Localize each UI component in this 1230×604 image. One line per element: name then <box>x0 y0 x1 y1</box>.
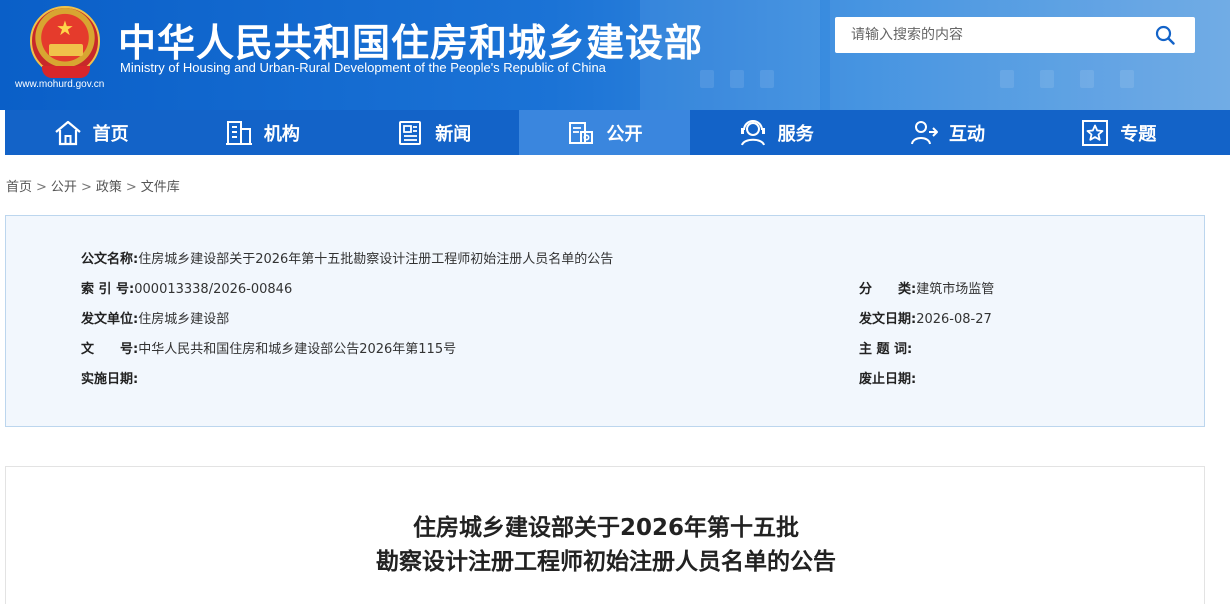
main-nav: 首页 机构 新闻 公开 服务 互动 专题 <box>5 110 1204 155</box>
nav-item-news[interactable]: 新闻 <box>348 110 519 155</box>
nav-item-label: 新闻 <box>435 123 472 145</box>
national-emblem-icon: ★ <box>30 6 100 78</box>
info-label: 公文名称: <box>81 252 139 267</box>
site-english-title: Ministry of Housing and Urban-Rural Deve… <box>120 60 606 75</box>
info-value: 住房城乡建设部 <box>138 312 230 327</box>
info-doc-number: 文 号:中华人民共和国住房和城乡建设部公告2026年第115号 <box>81 338 456 357</box>
building-icon <box>225 120 252 145</box>
nav-item-interaction[interactable]: 互动 <box>861 110 1032 155</box>
header-window-decoration <box>1000 70 1014 88</box>
info-value: 000013338/2026-00846 <box>134 282 293 297</box>
nav-item-label: 服务 <box>777 123 814 145</box>
nav-item-label: 首页 <box>92 123 129 145</box>
header-window-decoration <box>760 70 774 88</box>
nav-item-label: 互动 <box>949 123 986 145</box>
nav-item-organization[interactable]: 机构 <box>176 110 347 155</box>
header-window-decoration <box>700 70 714 88</box>
info-value: 住房城乡建设部关于2026年第十五批勘察设计注册工程师初始注册人员名单的公告 <box>138 252 614 267</box>
nav-edge <box>1204 110 1230 155</box>
breadcrumb-policy[interactable]: 政策 <box>96 180 122 195</box>
nav-item-disclosure[interactable]: 公开 <box>518 110 691 155</box>
breadcrumb: 首页 > 公开 > 政策 > 文件库 <box>6 176 180 195</box>
info-issuer: 发文单位:住房城乡建设部 <box>81 308 229 327</box>
nav-item-topics[interactable]: 专题 <box>1033 110 1204 155</box>
search-input[interactable] <box>835 18 1135 52</box>
search-box <box>835 17 1195 53</box>
nav-item-home[interactable]: 首页 <box>5 110 176 155</box>
star-icon <box>1082 119 1109 146</box>
info-label: 实施日期: <box>81 372 139 387</box>
article-container: 住房城乡建设部关于2026年第十五批 勘察设计注册工程师初始注册人员名单的公告 <box>5 466 1205 604</box>
nav-item-service[interactable]: 服务 <box>690 110 861 155</box>
interact-icon <box>911 120 939 144</box>
site-url: www.mohurd.gov.cn <box>15 79 105 90</box>
article-title: 住房城乡建设部关于2026年第十五批 勘察设计注册工程师初始注册人员名单的公告 <box>6 511 1206 579</box>
info-subject: 主 题 词: <box>859 338 912 357</box>
article-title-line: 勘察设计注册工程师初始注册人员名单的公告 <box>376 549 836 575</box>
info-issue-date: 发文日期:2026-08-27 <box>859 308 992 327</box>
info-label: 分 类: <box>859 282 917 297</box>
breadcrumb-separator: > <box>80 180 92 195</box>
header-window-decoration <box>1120 70 1134 88</box>
news-icon <box>399 120 422 145</box>
site-header: ★ www.mohurd.gov.cn 中华人民共和国住房和城乡建设部 Mini… <box>0 0 1230 110</box>
info-doc-name: 公文名称:住房城乡建设部关于2026年第十五批勘察设计注册工程师初始注册人员名单… <box>81 248 613 267</box>
home-icon <box>54 120 81 145</box>
info-expiry-date: 废止日期: <box>859 368 916 387</box>
info-label: 废止日期: <box>859 372 917 387</box>
document-info-panel: 公文名称:住房城乡建设部关于2026年第十五批勘察设计注册工程师初始注册人员名单… <box>5 215 1205 427</box>
service-icon <box>740 119 765 146</box>
search-icon[interactable] <box>1155 25 1175 45</box>
info-label: 发文日期: <box>859 312 917 327</box>
info-category: 分 类:建筑市场监管 <box>859 278 994 297</box>
nav-item-label: 机构 <box>263 123 300 145</box>
nav-item-label: 专题 <box>1120 123 1157 145</box>
header-window-decoration <box>1080 70 1094 88</box>
breadcrumb-disclosure[interactable]: 公开 <box>51 180 77 195</box>
nav-item-label: 公开 <box>606 123 643 145</box>
breadcrumb-separator: > <box>36 180 47 195</box>
info-label: 主 题 词: <box>859 342 913 357</box>
disclosure-icon <box>569 121 594 144</box>
info-label: 文 号: <box>81 342 139 357</box>
info-value: 建筑市场监管 <box>916 282 995 297</box>
breadcrumb-separator: > <box>125 180 137 195</box>
info-label: 发文单位: <box>81 312 139 327</box>
header-window-decoration <box>730 70 744 88</box>
article-title-line: 住房城乡建设部关于2026年第十五批 <box>412 515 799 541</box>
info-index: 索 引 号:000013338/2026-00846 <box>81 278 292 297</box>
info-label: 索 引 号: <box>81 282 135 297</box>
breadcrumb-home[interactable]: 首页 <box>6 180 32 195</box>
info-effective-date: 实施日期: <box>81 368 138 387</box>
header-window-decoration <box>1040 70 1054 88</box>
info-value: 中华人民共和国住房和城乡建设部公告2026年第115号 <box>138 342 457 357</box>
site-title: 中华人民共和国住房和城乡建设部 <box>118 21 704 65</box>
breadcrumb-file-library[interactable]: 文件库 <box>141 180 180 195</box>
info-value: 2026-08-27 <box>916 312 992 327</box>
